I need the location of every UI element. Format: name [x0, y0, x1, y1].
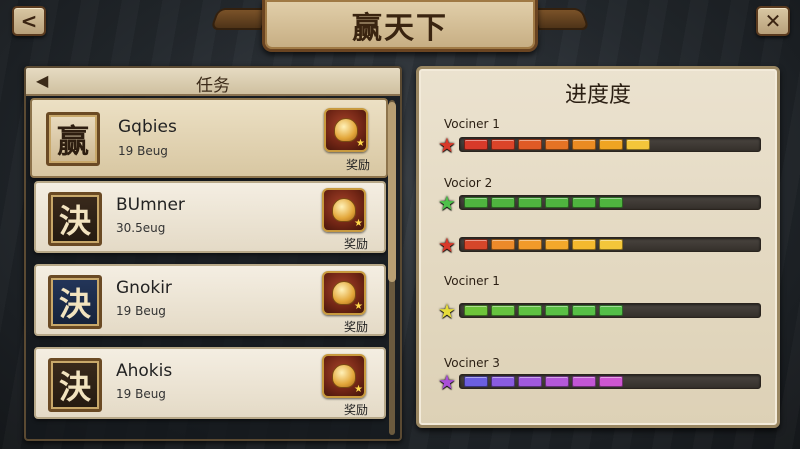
progress-segment: [572, 376, 596, 387]
reward-chest-icon[interactable]: ★: [322, 188, 366, 232]
chevron-left-icon: <: [20, 9, 38, 33]
title-plaque: 赢天下: [262, 0, 538, 52]
close-button[interactable]: ✕: [756, 6, 790, 36]
progress-segment: [572, 305, 596, 316]
progress-segment: [545, 197, 569, 208]
progress-label: Vocior 2: [444, 176, 493, 190]
title-ornament-right: [529, 8, 591, 30]
progress-segment: [572, 197, 596, 208]
task-name: Ahokis: [116, 361, 173, 381]
progress-label: Vociner 3: [444, 356, 500, 370]
task-name: Gqbies: [118, 117, 177, 137]
task-card[interactable]: 決 BUmner 30.5eug ★ 奖励: [34, 181, 386, 253]
task-subtitle: 19 Beug: [116, 387, 166, 401]
task-card[interactable]: 決 Ahokis 19 Beug ★ 奖励: [34, 347, 386, 419]
progress-segment: [491, 197, 515, 208]
task-badge: 決: [48, 275, 102, 329]
progress-segment: [572, 239, 596, 250]
progress-bar: [459, 237, 761, 252]
progress-segment: [491, 305, 515, 316]
reward-chest-icon[interactable]: ★: [322, 354, 366, 398]
task-subtitle: 30.5eug: [116, 221, 166, 235]
reward-chest-icon[interactable]: ★: [322, 271, 366, 315]
reward-chest-icon[interactable]: ★: [324, 108, 368, 152]
reward-label: 奖励: [343, 403, 368, 417]
progress-segment: [545, 376, 569, 387]
progress-segment: [599, 305, 623, 316]
progress-segment: [464, 139, 488, 150]
progress-segment: [599, 376, 623, 387]
progress-segment: [464, 376, 488, 387]
tasks-panel: ◀ 任务 赢 Gqbies 19 Beug ★ 奖励 決 BUmner 30.5…: [24, 66, 402, 441]
task-subtitle: 19 Beug: [118, 144, 168, 158]
progress-label: Vociner 1: [444, 117, 500, 131]
progress-label: Vociner 1: [444, 274, 500, 288]
progress-segment: [545, 239, 569, 250]
progress-segment: [518, 139, 542, 150]
progress-segment: [545, 305, 569, 316]
tasks-scroll-thumb[interactable]: [388, 102, 396, 282]
task-subtitle: 19 Beug: [116, 304, 166, 318]
progress-bar: [459, 137, 761, 152]
task-name: BUmner: [116, 195, 185, 215]
progress-bar: [459, 303, 761, 318]
progress-segment: [464, 305, 488, 316]
progress-segment: [599, 197, 623, 208]
progress-segment: [491, 239, 515, 250]
progress-segment: [626, 139, 650, 150]
reward-label: 奖励: [343, 237, 368, 251]
star-icon: ★: [438, 233, 456, 257]
progress-segment: [545, 139, 569, 150]
progress-segment: [599, 139, 623, 150]
close-icon: ✕: [764, 9, 782, 33]
progress-segment: [572, 139, 596, 150]
tasks-header: ◀ 任务: [26, 68, 400, 96]
star-icon: ★: [438, 133, 456, 157]
task-badge: 決: [48, 358, 102, 412]
task-card[interactable]: 決 Gnokir 19 Beug ★ 奖励: [34, 264, 386, 336]
progress-segment: [599, 239, 623, 250]
progress-bar: [459, 374, 761, 389]
progress-segment: [491, 139, 515, 150]
tasks-title: 任务: [196, 76, 230, 96]
progress-bar: [459, 195, 761, 210]
task-card[interactable]: 赢 Gqbies 19 Beug ★ 奖励: [30, 98, 388, 178]
title-ornament-left: [209, 8, 271, 30]
progress-title: 进度度: [564, 83, 631, 108]
star-icon: ★: [438, 299, 456, 323]
task-badge: 決: [48, 192, 102, 246]
progress-segment: [464, 197, 488, 208]
reward-label: 奖励: [345, 158, 370, 172]
task-name: Gnokir: [116, 278, 172, 298]
progress-segment: [491, 376, 515, 387]
page-title: 赢天下: [352, 10, 448, 46]
progress-segment: [518, 376, 542, 387]
progress-segment: [518, 239, 542, 250]
progress-segment: [464, 239, 488, 250]
reward-label: 奖励: [343, 320, 368, 334]
progress-segment: [518, 197, 542, 208]
progress-panel: 进度度 Vociner 1 ★ Vocior 2 ★ ★ Vociner 1 ★…: [416, 66, 780, 428]
star-icon: ★: [438, 370, 456, 394]
task-badge: 赢: [46, 112, 100, 166]
star-icon: ★: [438, 191, 456, 215]
progress-segment: [518, 305, 542, 316]
back-button[interactable]: <: [12, 6, 46, 36]
